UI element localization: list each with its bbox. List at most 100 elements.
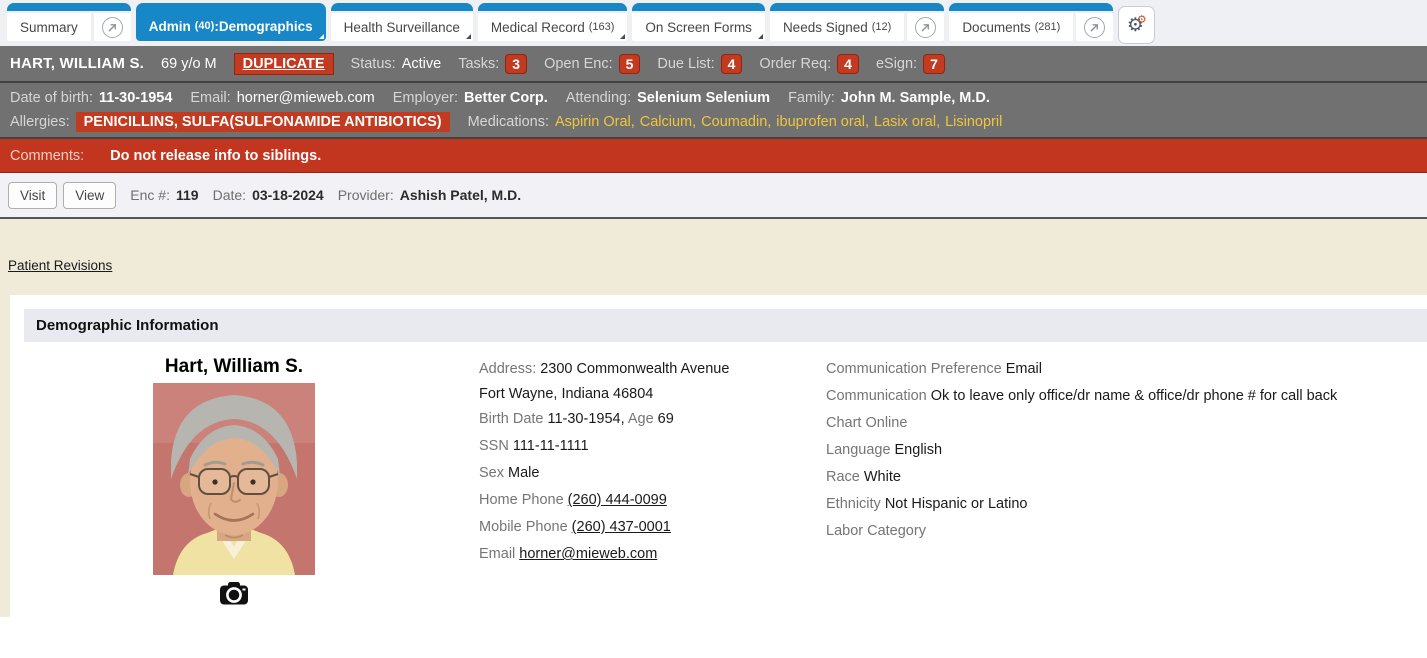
enc-date-field: Date: 03-18-2024 — [213, 187, 324, 203]
medications-label: Medications: — [468, 114, 549, 130]
demo-field-label: Communication — [826, 388, 927, 404]
open-enc-count-badge[interactable]: 5 — [619, 54, 641, 74]
tab-documents[interactable]: Documents (281) — [949, 13, 1073, 41]
demo-field-value: Male — [508, 465, 539, 481]
esign-label: eSign: — [876, 56, 917, 72]
patient-revisions-link[interactable]: Patient Revisions — [8, 258, 112, 273]
tab-group-medical-record: Medical Record (163) — [478, 3, 627, 41]
tab-cap — [136, 3, 326, 11]
demo-field-value: 2300 Commonwealth Avenue — [540, 361, 729, 377]
demo-field-link[interactable]: (260) 444-0099 — [568, 492, 667, 508]
tab-label: Documents — [962, 20, 1030, 35]
duplicate-flag[interactable]: DUPLICATE — [234, 53, 334, 75]
tab-group-documents: Documents (281) — [949, 3, 1113, 41]
tab-needs-signed-popout-button[interactable] — [907, 13, 944, 41]
tab-cap — [632, 3, 765, 11]
due-list-label: Due List: — [657, 56, 714, 72]
separator: , — [692, 114, 696, 130]
tab-health-surveillance[interactable]: Health Surveillance — [331, 13, 473, 41]
tab-count: (40) — [195, 20, 215, 32]
tab-label: Summary — [20, 20, 78, 35]
tab-count: (163) — [589, 21, 615, 33]
allergies-alert-chip[interactable]: PENICILLINS, SULFA(SULFONAMIDE ANTIBIOTI… — [76, 112, 450, 132]
view-button[interactable]: View — [63, 182, 116, 209]
comments-value: Do not release info to siblings. — [110, 148, 321, 164]
tasks-label: Tasks: — [458, 56, 499, 72]
tab-label: Medical Record — [491, 20, 585, 35]
demographic-field-row: SSN111-11-1111 — [479, 433, 826, 460]
order-req-stat: Order Req: 4 — [759, 54, 859, 74]
demo-field-value: 69 — [658, 411, 674, 427]
demo-field-label: Mobile Phone — [479, 519, 568, 535]
enc-number-label: Enc #: — [130, 187, 170, 203]
section-title: Demographic Information — [24, 309, 1427, 342]
email-label: Email: — [190, 90, 230, 106]
medication-link[interactable]: Lasix oral — [874, 114, 936, 130]
patient-name: HART, WILLIAM S. — [10, 55, 144, 72]
open-in-new-window-icon — [915, 17, 936, 38]
demographic-field-row: CommunicationOk to leave only office/dr … — [826, 383, 1427, 410]
enc-provider-label: Provider: — [338, 187, 394, 203]
tab-admin-demographics[interactable]: Admin (40) :Demographics — [136, 11, 326, 41]
medication-link[interactable]: Aspirin Oral — [555, 114, 631, 130]
medication-link[interactable]: Coumadin — [701, 114, 767, 130]
camera-icon — [219, 581, 249, 606]
tab-needs-signed[interactable]: Needs Signed (12) — [770, 13, 904, 41]
due-list-count-badge[interactable]: 4 — [721, 54, 743, 74]
employer-value: Better Corp. — [464, 90, 548, 106]
tab-summary-popout-button[interactable] — [94, 13, 131, 41]
demographic-field-row: Labor Category — [826, 518, 1427, 545]
demographic-field-row: LanguageEnglish — [826, 437, 1427, 464]
medication-link[interactable]: Calcium — [640, 114, 692, 130]
separator: , — [936, 114, 940, 130]
demo-field-link[interactable]: horner@mieweb.com — [519, 546, 657, 562]
esign-count-badge[interactable]: 7 — [923, 54, 945, 74]
demo-field-value: 11-30-1954, — [547, 411, 624, 427]
family-label: Family: — [788, 90, 835, 106]
patient-age-sex: 69 y/o M — [161, 56, 217, 72]
medication-link[interactable]: Lisinopril — [945, 114, 1002, 130]
tab-medical-record[interactable]: Medical Record (163) — [478, 13, 627, 41]
tab-summary[interactable]: Summary — [7, 13, 91, 41]
status-value: Active — [402, 56, 442, 72]
tab-label: Health Surveillance — [344, 20, 460, 35]
due-list-stat: Due List: 4 — [657, 54, 742, 74]
demo-field-label: Birth Date — [479, 411, 543, 427]
demo-field-label: Race — [826, 469, 860, 485]
order-req-count-badge[interactable]: 4 — [837, 54, 859, 74]
demo-field-link[interactable]: (260) 437-0001 — [572, 519, 671, 535]
upload-photo-button[interactable] — [219, 581, 249, 609]
tab-on-screen-forms[interactable]: On Screen Forms — [632, 13, 765, 41]
demographics-column-1: Address:2300 Commonwealth AvenueFort Way… — [479, 356, 826, 611]
demo-field-label: Email — [479, 546, 515, 562]
tab-label: On Screen Forms — [645, 20, 752, 35]
tab-documents-popout-button[interactable] — [1076, 13, 1113, 41]
demo-field-label: Age — [628, 411, 654, 427]
demographics-column-2: Communication PreferenceEmail Communicati… — [826, 356, 1427, 611]
demographic-field-row: RaceWhite — [826, 464, 1427, 491]
demographic-field-row: Chart Online — [826, 410, 1427, 437]
medication-link[interactable]: ibuprofen oral — [776, 114, 865, 130]
tasks-stat: Tasks: 3 — [458, 54, 527, 74]
dob-value: 11-30-1954 — [99, 90, 172, 106]
demographic-field-row: Address:2300 Commonwealth AvenueFort Way… — [479, 356, 826, 406]
demo-field-label: Communication Preference — [826, 361, 1002, 377]
status-field: Status: Active — [351, 56, 442, 72]
open-enc-label: Open Enc: — [544, 56, 613, 72]
tasks-count-badge[interactable]: 3 — [505, 54, 527, 74]
demo-field-value: Ok to leave only office/dr name & office… — [931, 388, 1338, 404]
allergies-medications-line: Allergies: PENICILLINS, SULFA(SULFONAMID… — [10, 110, 1417, 134]
demo-field-label: Chart Online — [826, 415, 907, 431]
enc-provider-field: Provider: Ashish Patel, M.D. — [338, 187, 521, 203]
allergies-field: Allergies: PENICILLINS, SULFA(SULFONAMID… — [10, 112, 450, 132]
demo-field-value: Email — [1006, 361, 1042, 377]
demo-field-label: SSN — [479, 438, 509, 454]
employer-field: Employer: Better Corp. — [393, 90, 548, 106]
demographic-field-row: Home Phone(260) 444-0099 — [479, 487, 826, 514]
tab-group-needs-signed: Needs Signed (12) — [770, 3, 944, 41]
settings-button[interactable]: ⚙ ⚙ — [1118, 6, 1155, 44]
dob-label: Date of birth: — [10, 90, 93, 106]
visit-button[interactable]: Visit — [8, 182, 57, 209]
patient-info-bar: Date of birth: 11-30-1954 Email: horner@… — [0, 83, 1427, 139]
comments-label: Comments: — [10, 148, 84, 164]
